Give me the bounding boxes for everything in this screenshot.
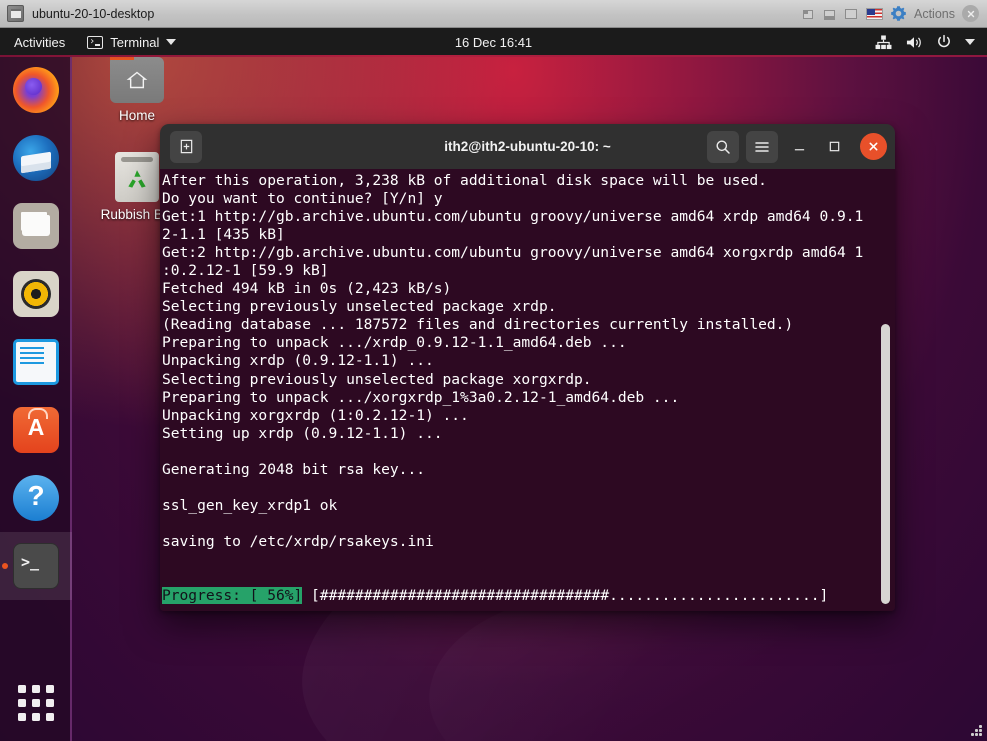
volume-icon[interactable] [905,34,922,51]
terminal-line: (Reading database ... 187572 files and d… [162,316,794,334]
dock-item-software[interactable] [0,396,72,464]
terminal-output-area[interactable]: After this operation, 3,238 kB of additi… [160,169,895,611]
display-icon [7,5,24,22]
dock-item-impress[interactable] [0,328,72,396]
maximize-button[interactable] [845,7,859,20]
power-icon[interactable] [935,34,952,51]
actions-label[interactable]: Actions [914,7,955,21]
desktop-icon-home[interactable]: Home [89,51,185,123]
topbar-accent-line [0,55,987,57]
terminal-line: ssl_gen_key_xrdp1 ok [162,496,338,514]
gnome-top-bar: Activities Terminal 16 Dec 16:41 [0,28,987,56]
app-menu-label: Terminal [110,34,160,50]
chevron-down-icon-tray[interactable] [965,39,975,45]
network-icon[interactable] [875,34,892,51]
terminal-line: Do you want to continue? [Y/n] y [162,190,443,208]
terminal-line: Selecting previously unselected package … [162,370,592,388]
terminal-line: Get:2 http://gb.archive.ubuntu.com/ubunt… [162,244,864,262]
terminal-text: After this operation, 3,238 kB of additi… [162,172,895,605]
activities-button[interactable]: Activities [0,28,77,56]
help-icon [13,475,59,521]
ubuntu-dock [0,56,72,741]
restore-button[interactable] [803,7,817,20]
ubuntu-software-icon [13,407,59,453]
clock[interactable]: 16 Dec 16:41 [414,35,574,50]
activities-label: Activities [14,34,66,50]
terminal-progress-line: Progress: [ 56%] [######################… [162,587,895,605]
terminal-line: After this operation, 3,238 kB of additi… [162,172,767,189]
terminal-scrollbar[interactable] [881,324,890,604]
libreoffice-impress-icon [13,339,59,385]
terminal-window[interactable]: ith2@ith2-ubuntu-20-10: ~ After this ope… [160,124,895,611]
terminal-line: saving to /etc/xrdp/rsakeys.ini [162,532,434,550]
terminal-line: Setting up xrdp (0.9.12-1.1) ... [162,424,443,442]
dock-item-thunderbird[interactable] [0,124,72,192]
terminal-line: Get:1 http://gb.archive.ubuntu.com/ubunt… [162,208,864,226]
resize-grip[interactable] [967,721,983,737]
terminal-titlebar[interactable]: ith2@ith2-ubuntu-20-10: ~ [160,124,895,169]
chevron-down-icon [166,39,177,45]
dock-item-rhythmbox[interactable] [0,260,72,328]
app-menu-terminal[interactable]: Terminal [77,28,186,56]
terminal-line: Unpacking xrdp (0.9.12-1.1) ... [162,352,434,370]
hamburger-menu-button[interactable] [746,130,778,163]
minimize-button[interactable] [824,7,838,20]
progress-label: Progress: [ 56%] [162,587,303,605]
terminal-app-icon [13,543,59,589]
files-icon [13,203,59,249]
terminal-maximize-button[interactable] [820,133,848,161]
terminal-close-button[interactable] [860,133,887,160]
outer-window-titlebar[interactable]: ubuntu-20-10-desktop Actions [0,0,987,28]
gear-icon[interactable] [890,5,907,22]
dock-item-help[interactable] [0,464,72,532]
dock-item-firefox[interactable] [0,56,72,124]
thunderbird-icon [13,135,59,181]
desktop-icon-home-label: Home [118,108,155,123]
house-glyph-icon [126,71,148,89]
system-tray[interactable] [875,34,987,51]
rhythmbox-icon [13,271,59,317]
recycle-glyph-icon [128,170,146,188]
us-flag-icon[interactable] [866,7,883,20]
dock-item-files[interactable] [0,192,72,260]
terminal-line: Selecting previously unselected package … [162,298,557,316]
terminal-line: Preparing to unpack .../xrdp_0.9.12-1.1_… [162,334,627,352]
terminal-line: 2-1.1 [435 kB] [162,226,285,244]
search-button[interactable] [707,130,739,163]
terminal-line: Unpacking xorgxrdp (1:0.2.12-1) ... [162,406,469,424]
dock-item-terminal[interactable] [0,532,72,600]
apps-grid-icon [18,685,54,721]
firefox-icon [13,67,59,113]
terminal-line: Fetched 494 kB in 0s (2,423 kB/s) [162,280,452,298]
home-folder-icon [110,51,164,103]
rubbish-bin-icon [115,152,159,202]
terminal-icon [87,35,104,49]
terminal-line: :0.2.12-1 [59.9 kB] [162,262,329,280]
show-applications-button[interactable] [0,673,72,733]
terminal-titlebar-buttons [707,130,887,163]
progress-bar: [#################################......… [302,587,829,605]
outer-window-title: ubuntu-20-10-desktop [32,6,155,21]
terminal-line: Generating 2048 bit rsa key... [162,460,425,478]
new-tab-button[interactable] [170,130,202,163]
screen-root: Home Rubbish Bin Activities Terminal 16 … [0,0,987,741]
terminal-line: Preparing to unpack .../xorgxrdp_1%3a0.2… [162,388,680,406]
outer-close-button[interactable] [962,5,979,22]
terminal-minimize-button[interactable] [785,133,813,161]
